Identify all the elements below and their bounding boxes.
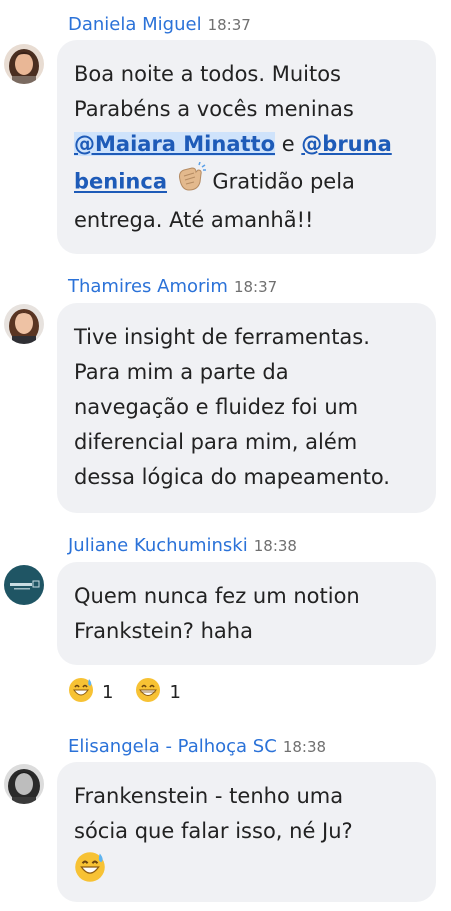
message-line: Quem nunca fez um notion	[74, 584, 360, 608]
message-time: 18:37	[207, 16, 251, 34]
message-bubble: Boa noite a todos. Muitos Parabéns a voc…	[57, 40, 436, 254]
message-bubble: Frankenstein - tenho uma sócia que falar…	[57, 762, 436, 902]
avatar[interactable]	[4, 565, 44, 605]
message-header: Juliane Kuchuminski 18:38	[68, 535, 297, 557]
reaction-count: 1	[102, 681, 114, 703]
grinning-sweat-icon	[68, 677, 94, 707]
avatar[interactable]	[4, 764, 44, 804]
clapping-hands-icon	[174, 161, 206, 203]
mention-bruna[interactable]: @bruna	[301, 132, 391, 156]
message-line: @Maiara Minatto e @bruna	[74, 127, 418, 162]
avatar[interactable]	[4, 304, 44, 344]
message-header: Daniela Miguel 18:37	[68, 14, 251, 36]
message-time: 18:38	[253, 537, 297, 555]
message-line: beninca Gratidão pela	[74, 161, 418, 203]
message-line: Para mim a parte da	[74, 360, 289, 384]
message-line: diferencial para mim, além	[74, 430, 358, 454]
grinning-sweat-icon	[74, 851, 106, 894]
reaction-grinning-sweat[interactable]: 1	[68, 677, 113, 707]
reactions-bar: 1 1	[68, 677, 203, 707]
message-bubble: Tive insight de ferramentas. Para mim a …	[57, 303, 436, 513]
sender-name[interactable]: Daniela Miguel	[68, 14, 202, 35]
message-line: Frankenstein - tenho uma	[74, 784, 344, 808]
mention-bruna-cont[interactable]: beninca	[74, 170, 167, 194]
mention-maiara[interactable]: @Maiara Minatto	[74, 132, 275, 156]
reaction-count: 1	[169, 681, 181, 703]
sender-name[interactable]: Thamires Amorim	[68, 276, 228, 297]
message-bubble: Quem nunca fez um notion Frankstein? hah…	[57, 562, 436, 665]
message-header: Thamires Amorim 18:37	[68, 276, 277, 298]
avatar[interactable]	[4, 44, 44, 84]
message-time: 18:38	[282, 738, 327, 756]
grinning-face-icon	[135, 677, 161, 707]
message-text: Gratidão pela	[212, 169, 355, 194]
message-connector: e	[281, 132, 295, 156]
message-line: navegação e fluidez foi um	[74, 395, 359, 419]
message-line	[74, 849, 418, 894]
reaction-grinning[interactable]: 1	[135, 677, 181, 707]
message-line: dessa lógica do mapeamento.	[74, 465, 390, 489]
message-time: 18:37	[233, 278, 278, 296]
message-line: Frankstein? haha	[74, 619, 253, 643]
sender-name[interactable]: Elisangela - Palhoça SC	[68, 736, 277, 757]
message-line: Boa noite a todos. Muitos	[74, 62, 342, 86]
message-line: Tive insight de ferramentas.	[74, 325, 370, 349]
message-line: sócia que falar isso, né Ju?	[74, 819, 353, 843]
sender-name[interactable]: Juliane Kuchuminski	[68, 535, 248, 556]
message-line: Parabéns a vocês meninas	[74, 97, 354, 121]
message-header: Elisangela - Palhoça SC 18:38	[68, 736, 326, 758]
message-line: entrega. Até amanhã!!	[74, 208, 314, 232]
